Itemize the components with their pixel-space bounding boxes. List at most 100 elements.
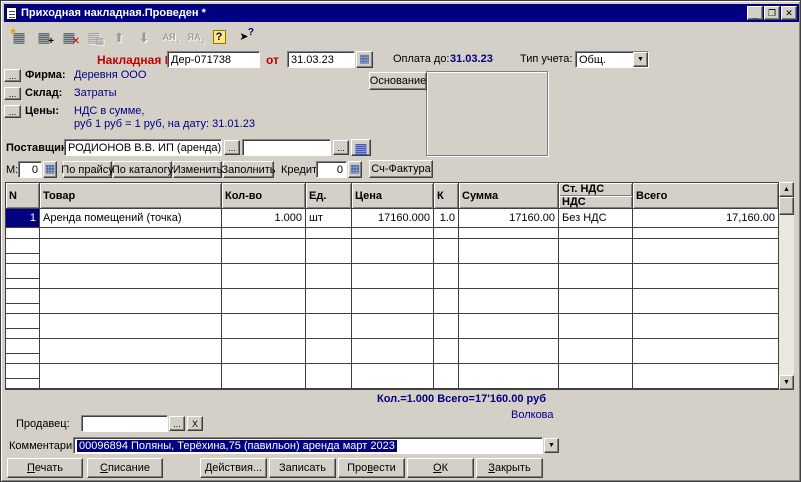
- empty-cell[interactable]: [40, 339, 222, 363]
- empty-cell[interactable]: [559, 339, 633, 363]
- empty-cell[interactable]: [633, 289, 778, 313]
- move-up-icon[interactable]: ⬆: [108, 27, 130, 47]
- scrollbar-track[interactable]: [779, 215, 794, 375]
- seller-input[interactable]: [81, 415, 168, 432]
- invoice-number-input[interactable]: Дер-071738: [167, 51, 260, 68]
- empty-cell[interactable]: [559, 364, 633, 388]
- basis-button[interactable]: Основание: [369, 72, 427, 90]
- empty-cell[interactable]: [40, 289, 222, 313]
- empty-cell[interactable]: [352, 289, 434, 313]
- empty-cell[interactable]: [352, 339, 434, 363]
- empty-cell[interactable]: [306, 339, 352, 363]
- credit-input[interactable]: 0: [316, 161, 347, 178]
- m-input[interactable]: 0: [18, 161, 42, 178]
- comment-dropdown-button[interactable]: ▼: [544, 438, 559, 453]
- table-row[interactable]: [6, 239, 778, 264]
- cell-n[interactable]: 1: [6, 209, 40, 238]
- empty-cell[interactable]: [633, 264, 778, 288]
- cell-sum[interactable]: 17160.00: [459, 209, 559, 238]
- empty-cell[interactable]: [222, 314, 306, 338]
- table-row[interactable]: [6, 364, 778, 389]
- empty-cell[interactable]: [40, 314, 222, 338]
- empty-cell[interactable]: [6, 264, 40, 288]
- actions-button[interactable]: Действия...: [200, 458, 267, 478]
- empty-cell[interactable]: [6, 289, 40, 313]
- supplier-input[interactable]: РОДИОНОВ В.В. ИП (аренда): [64, 139, 222, 156]
- empty-cell[interactable]: [222, 264, 306, 288]
- empty-cell[interactable]: [352, 314, 434, 338]
- empty-cell[interactable]: [222, 289, 306, 313]
- new-row-icon[interactable]: ▦★: [8, 27, 30, 47]
- table-row[interactable]: [6, 289, 778, 314]
- warehouse-select-button[interactable]: ...: [4, 87, 21, 100]
- cell-vat[interactable]: Без НДС: [559, 209, 633, 238]
- fill-button[interactable]: Заполнить: [223, 161, 274, 178]
- cell-price[interactable]: 17160.000: [352, 209, 434, 238]
- empty-cell[interactable]: [633, 314, 778, 338]
- scrollbar-thumb[interactable]: [779, 197, 794, 215]
- empty-cell[interactable]: [306, 314, 352, 338]
- prices-select-button[interactable]: ...: [4, 105, 21, 118]
- empty-cell[interactable]: [222, 364, 306, 388]
- empty-cell[interactable]: [559, 314, 633, 338]
- seller-clear-button[interactable]: X: [187, 416, 203, 431]
- empty-cell[interactable]: [559, 289, 633, 313]
- empty-cell[interactable]: [6, 239, 40, 263]
- col-header-k[interactable]: К: [434, 183, 459, 208]
- invoice-date-input[interactable]: 31.03.23: [287, 51, 355, 68]
- empty-cell[interactable]: [434, 364, 459, 388]
- empty-cell[interactable]: [633, 339, 778, 363]
- empty-cell[interactable]: [306, 239, 352, 263]
- cell-qty[interactable]: 1.000: [222, 209, 306, 238]
- writeoff-button[interactable]: Списание: [87, 458, 163, 478]
- print-button[interactable]: Печать: [7, 458, 83, 478]
- by-catalog-button[interactable]: По каталогу: [113, 161, 172, 178]
- col-header-total[interactable]: Всего: [633, 183, 778, 208]
- minimize-button[interactable]: _: [747, 6, 763, 20]
- cell-item[interactable]: Аренда помещений (точка): [40, 209, 222, 238]
- empty-cell[interactable]: [434, 264, 459, 288]
- supplier2-input[interactable]: [242, 139, 331, 156]
- copy-row-icon[interactable]: ▦+: [33, 27, 55, 47]
- empty-cell[interactable]: [6, 339, 40, 363]
- col-header-qty[interactable]: Кол-во: [222, 183, 306, 208]
- cell-unit[interactable]: шт: [306, 209, 352, 238]
- titlebar[interactable]: Приходная накладная.Проведен * _ ❐ ✕: [4, 4, 799, 22]
- empty-cell[interactable]: [459, 339, 559, 363]
- table-row[interactable]: [6, 264, 778, 289]
- ok-button[interactable]: ОК: [407, 458, 474, 478]
- empty-cell[interactable]: [459, 364, 559, 388]
- calendar-button[interactable]: ▦: [356, 51, 373, 68]
- scroll-up-button[interactable]: ▲: [779, 182, 794, 197]
- empty-cell[interactable]: [633, 364, 778, 388]
- empty-cell[interactable]: [6, 364, 40, 388]
- empty-cell[interactable]: [633, 239, 778, 263]
- table-row[interactable]: 1 Аренда помещений (точка) 1.000 шт 1716…: [6, 209, 778, 239]
- sort-desc-icon[interactable]: ЯА↓: [183, 27, 205, 47]
- empty-cell[interactable]: [6, 314, 40, 338]
- supplier-select-button[interactable]: ...: [224, 140, 240, 155]
- close-form-button[interactable]: Закрыть: [476, 458, 543, 478]
- edit-button[interactable]: Изменить: [173, 161, 222, 178]
- empty-cell[interactable]: [459, 314, 559, 338]
- by-price-button[interactable]: По прайсу: [63, 161, 112, 178]
- empty-cell[interactable]: [40, 364, 222, 388]
- empty-cell[interactable]: [434, 289, 459, 313]
- m-calc-button[interactable]: ▦: [43, 161, 57, 178]
- sort-asc-icon[interactable]: АЯ↓: [158, 27, 180, 47]
- close-button[interactable]: ✕: [781, 6, 797, 20]
- delete-row-icon[interactable]: ▦✕: [58, 27, 80, 47]
- empty-cell[interactable]: [352, 364, 434, 388]
- supplier2-select-button[interactable]: ...: [333, 140, 349, 155]
- empty-cell[interactable]: [306, 289, 352, 313]
- empty-cell[interactable]: [40, 264, 222, 288]
- empty-cell[interactable]: [434, 314, 459, 338]
- maximize-button[interactable]: ❐: [764, 6, 780, 20]
- account-type-dropdown-button[interactable]: ▼: [633, 52, 648, 67]
- empty-cell[interactable]: [222, 239, 306, 263]
- empty-cell[interactable]: [434, 339, 459, 363]
- empty-cell[interactable]: [459, 289, 559, 313]
- cell-total[interactable]: 17,160.00: [633, 209, 778, 238]
- empty-cell[interactable]: [559, 239, 633, 263]
- col-header-price[interactable]: Цена: [352, 183, 434, 208]
